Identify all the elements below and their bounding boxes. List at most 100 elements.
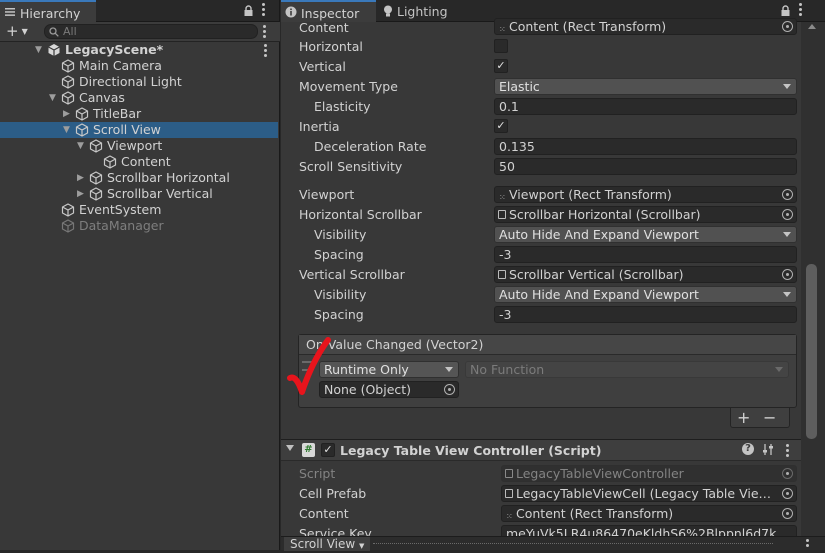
h-visibility-value: Auto Hide And Expand Viewport [499, 227, 699, 242]
gameobject-cube-icon [75, 107, 89, 121]
add-event-button[interactable]: + [737, 408, 750, 427]
script-value: LegacyTableViewController [516, 466, 684, 481]
deceleration-rate-input[interactable]: 0.135 [494, 138, 797, 155]
hierarchy-item-label: Scrollbar Horizontal [107, 170, 230, 185]
foldout-closed-icon[interactable]: ▶ [77, 186, 84, 202]
hierarchy-item[interactable]: ▶ Scrollbar Vertical [0, 186, 278, 202]
resize-handle[interactable] [373, 543, 773, 544]
hierarchy-item[interactable]: EventSystem [0, 202, 278, 218]
foldout-closed-icon[interactable]: ▶ [77, 170, 84, 186]
h-visibility-dropdown[interactable]: Auto Hide And Expand Viewport [494, 226, 797, 243]
viewport-object-field[interactable]: Viewport (Rect Transform) ⁙ [494, 186, 797, 203]
search-input[interactable]: All [44, 24, 258, 39]
foldout-open-icon[interactable]: ▼ [35, 42, 42, 58]
content-label: Content [299, 20, 349, 35]
component-content-field[interactable]: ⁙ Content (Rect Transform) [501, 505, 797, 522]
scrollbar-thumb[interactable] [806, 264, 817, 439]
object-picker-icon [782, 468, 793, 479]
hierarchy-item-label: Content [121, 154, 171, 169]
elasticity-input[interactable]: 0.1 [494, 98, 797, 115]
vertical-scrollbar-field[interactable]: Scrollbar Vertical (Scrollbar) [494, 266, 797, 283]
horizontal-scrollbar-field[interactable]: Scrollbar Horizontal (Scrollbar) [494, 206, 797, 223]
kebab-menu-icon[interactable] [786, 444, 790, 458]
hierarchy-item-label: Scrollbar Vertical [107, 186, 213, 201]
v-visibility-dropdown[interactable]: Auto Hide And Expand Viewport [494, 286, 797, 303]
movement-type-value: Elastic [499, 79, 540, 94]
gameobject-cube-icon [89, 171, 103, 185]
preview-footer: Scroll View ▼ [281, 536, 825, 553]
lock-icon[interactable] [780, 5, 791, 17]
script-icon [498, 270, 506, 279]
preview-dropdown[interactable]: Scroll View ▼ [284, 537, 371, 551]
kebab-menu-icon[interactable] [264, 44, 268, 57]
hierarchy-item[interactable]: ▼ Viewport [0, 138, 278, 154]
component-enabled-checkbox[interactable]: ✓ [321, 443, 335, 457]
foldout-open-icon[interactable]: ▼ [63, 122, 70, 138]
foldout-closed-icon[interactable]: ▶ [63, 106, 70, 122]
gameobject-cube-icon [89, 187, 103, 201]
inertia-label: Inertia [299, 119, 340, 134]
scroll-sensitivity-input[interactable]: 50 [494, 158, 797, 175]
hierarchy-item[interactable]: Main Camera [0, 58, 278, 74]
gameobject-cube-icon [61, 59, 75, 73]
hierarchy-item[interactable]: ▶ TitleBar [0, 106, 278, 122]
hierarchy-item[interactable]: ▼ Scroll View [0, 122, 278, 138]
scroll-up-arrow-icon[interactable] [808, 24, 816, 29]
foldout-arrow-icon[interactable] [286, 445, 294, 451]
search-placeholder: All [63, 25, 77, 38]
v-spacing-input[interactable]: -3 [494, 306, 797, 323]
cell-prefab-field[interactable]: LegacyTableViewCell (Legacy Table View C… [501, 485, 797, 502]
component-header: # ✓ Legacy Table View Controller (Script… [281, 440, 801, 461]
chevron-down-icon [775, 367, 783, 372]
settings-sliders-icon[interactable] [762, 443, 774, 456]
lock-icon[interactable] [243, 5, 254, 17]
hierarchy-item[interactable]: ▼ LegacyScene* [0, 42, 278, 58]
content-object-field[interactable]: Content (Rect Transform) ⁙ [494, 18, 797, 35]
preview-label: Scroll View [290, 537, 356, 551]
remove-event-button[interactable]: − [763, 408, 776, 427]
event-object-value: None (Object) [324, 382, 412, 397]
h-spacing-label: Spacing [314, 247, 364, 262]
kebab-menu-icon[interactable] [263, 25, 267, 39]
object-picker-icon[interactable] [782, 508, 793, 519]
script-label: Script [299, 466, 336, 481]
object-picker-icon[interactable] [782, 269, 793, 280]
vertical-checkbox[interactable]: ✓ [494, 59, 508, 73]
unity-scene-icon [47, 43, 61, 57]
gameobject-cube-icon [75, 123, 89, 137]
foldout-open-icon[interactable]: ▼ [77, 138, 84, 154]
cell-prefab-value: LegacyTableViewCell (Legacy Table View C… [516, 486, 793, 501]
hierarchy-item[interactable]: DataManager [0, 218, 278, 234]
function-dropdown[interactable]: No Function [465, 361, 789, 378]
hierarchy-item[interactable]: ▼ Canvas [0, 90, 278, 106]
hierarchy-item[interactable]: ▶ Scrollbar Horizontal [0, 170, 278, 186]
hierarchy-item[interactable]: Directional Light [0, 74, 278, 90]
tab-hierarchy[interactable]: Hierarchy [0, 0, 96, 22]
kebab-menu-icon[interactable] [262, 3, 266, 17]
help-icon[interactable]: ? [742, 443, 754, 455]
movement-type-label: Movement Type [299, 79, 398, 94]
info-icon [285, 6, 297, 18]
gameobject-cube-icon [89, 139, 103, 153]
movement-type-dropdown[interactable]: Elastic [494, 78, 797, 95]
runtime-only-dropdown[interactable]: Runtime Only [319, 361, 459, 378]
hierarchy-item[interactable]: Content [0, 154, 278, 170]
object-picker-icon[interactable] [782, 21, 793, 32]
event-object-field[interactable]: None (Object) [319, 381, 459, 398]
kebab-menu-icon[interactable] [799, 3, 803, 17]
object-picker-icon[interactable] [782, 488, 793, 499]
kebab-menu-icon[interactable] [806, 539, 810, 553]
horizontal-checkbox[interactable] [494, 39, 508, 53]
foldout-open-icon[interactable]: ▼ [49, 90, 56, 106]
inertia-checkbox[interactable]: ✓ [494, 119, 508, 133]
on-value-changed-event: On Value Changed (Vector2) Runtime Only … [298, 334, 797, 408]
object-picker-icon[interactable] [782, 209, 793, 220]
viewport-label: Viewport [299, 187, 355, 202]
hierarchy-item-label: EventSystem [79, 202, 162, 217]
h-spacing-input[interactable]: -3 [494, 246, 797, 263]
object-picker-icon[interactable] [782, 189, 793, 200]
inspector-scrollbar[interactable] [801, 22, 825, 536]
object-picker-icon[interactable] [444, 384, 455, 395]
add-object-button[interactable]: + ▼ [6, 24, 34, 39]
inspector-panel: Inspector Lighting Content Content (Rect… [281, 0, 825, 553]
